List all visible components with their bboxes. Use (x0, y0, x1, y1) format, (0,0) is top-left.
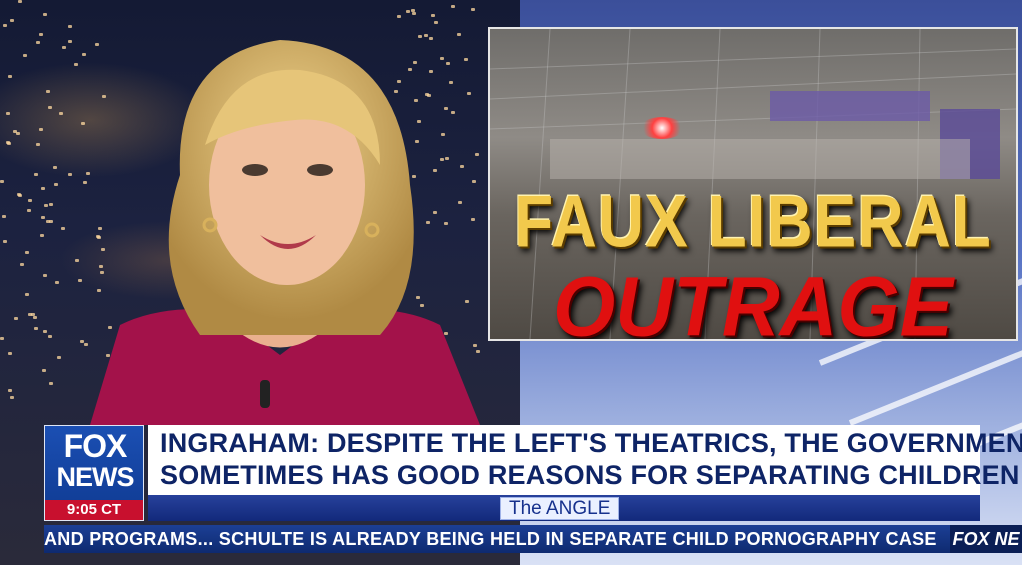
city-light (36, 40, 41, 44)
city-light (67, 25, 72, 29)
city-light (406, 9, 411, 13)
city-light (73, 63, 78, 67)
city-light (34, 326, 39, 330)
graphic-title-line1: FAUX LIBERAL (514, 179, 992, 263)
light-stripe (848, 330, 1022, 426)
show-bar: The ANGLE (148, 495, 980, 521)
city-light (5, 111, 10, 115)
logo-news: NEWS (56, 462, 135, 492)
city-light (48, 219, 53, 223)
city-light (5, 140, 10, 144)
city-light (44, 203, 49, 207)
city-light (48, 105, 53, 109)
city-light (61, 226, 66, 230)
fox-news-logo: FOX NEWS 9:05 CT (44, 425, 144, 521)
city-light (0, 180, 4, 184)
city-light (25, 251, 30, 255)
city-light (20, 263, 25, 267)
graphic-title-line2: OUTRAGE (553, 259, 953, 341)
city-light (7, 74, 12, 78)
city-light (434, 21, 439, 25)
city-light (35, 142, 40, 146)
city-light (9, 396, 14, 400)
city-light (67, 172, 72, 176)
lower-third: FOX NEWS 9:05 CT INGRAHAM: DESPITE THE L… (44, 425, 1022, 521)
city-light (23, 53, 28, 57)
news-ticker: AND PROGRAMS... SCHULTE IS ALREADY BEING… (44, 525, 1022, 553)
faux-liberal-outrage-graphic: FAUX LIBERAL OUTRAGE (488, 27, 1018, 341)
time-badge: 9:05 CT (45, 500, 143, 520)
show-tag: The ANGLE (500, 497, 620, 520)
city-light (59, 111, 64, 115)
city-light (48, 202, 53, 206)
city-light (48, 382, 53, 386)
city-light (40, 186, 45, 190)
city-light (450, 5, 455, 9)
city-light (471, 7, 476, 11)
city-light (42, 12, 47, 16)
city-light (3, 240, 8, 244)
ticker-text: AND PROGRAMS... SCHULTE IS ALREADY BEING… (44, 529, 937, 549)
city-light (3, 24, 8, 28)
city-light (38, 128, 43, 132)
city-light (396, 14, 401, 18)
city-light (26, 208, 31, 212)
city-light (32, 316, 37, 320)
news-anchor (90, 40, 480, 425)
city-light (411, 11, 416, 15)
city-light (33, 172, 38, 176)
red-light (640, 117, 684, 139)
city-light (56, 356, 61, 360)
city-light (28, 198, 33, 202)
city-light (74, 258, 79, 262)
city-light (61, 46, 66, 50)
city-light (52, 165, 57, 169)
city-light (27, 312, 32, 316)
city-light (13, 317, 18, 321)
city-light (8, 389, 13, 393)
headline-text: INGRAHAM: DESPITE THE LEFT'S THEATRICS, … (160, 428, 1022, 490)
city-light (38, 32, 43, 36)
city-light (2, 214, 7, 218)
city-light (39, 234, 44, 238)
city-light (16, 131, 21, 135)
city-light (46, 89, 51, 93)
city-light (53, 183, 58, 187)
city-light (9, 19, 14, 23)
city-light (31, 312, 36, 316)
ticker-logo: FOX NE (950, 525, 1022, 553)
city-light (17, 193, 22, 197)
city-light (0, 336, 5, 340)
city-light (54, 281, 59, 285)
city-light (41, 368, 46, 372)
headline-box: INGRAHAM: DESPITE THE LEFT'S THEATRICS, … (148, 425, 1022, 495)
city-light (68, 39, 73, 43)
logo-fox: FOX (63, 428, 128, 464)
